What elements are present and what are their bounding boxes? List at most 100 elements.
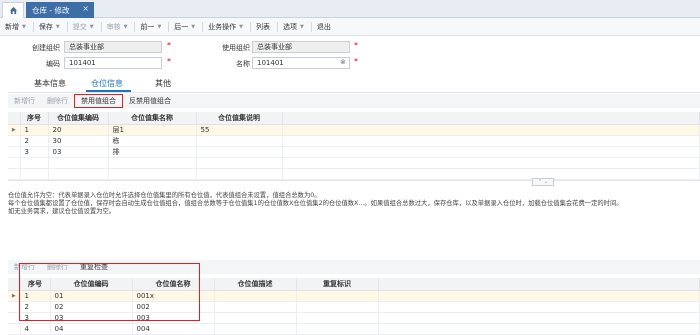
- table-row[interactable]: 4 04 004: [8, 323, 700, 335]
- table-row[interactable]: ▶ 1 20 层1 55: [8, 124, 700, 136]
- use-org-field[interactable]: 总装事业部: [252, 41, 350, 53]
- table-cell-name[interactable]: 004: [132, 323, 215, 335]
- row-indicator-header: [8, 112, 21, 125]
- table-cell-seq[interactable]: 1: [20, 124, 49, 136]
- required-mark: *: [354, 57, 358, 66]
- code-field[interactable]: 101401: [64, 57, 162, 69]
- multilang-icon[interactable]: ⊗: [340, 58, 346, 67]
- toolbar-button[interactable]: 前一 ▼: [135, 18, 168, 36]
- chevron-down-icon[interactable]: ▼: [90, 24, 94, 30]
- table-cell-name[interactable]: 层1: [108, 124, 197, 136]
- location-set-grid-toolbar: 新增行 删除行 禁用值组合 反禁用值组合: [8, 94, 700, 108]
- tab-basic-info[interactable]: 基本信息: [34, 78, 66, 89]
- toolbar-button[interactable]: 审核 ▼: [102, 18, 135, 36]
- table-cell-seq[interactable]: 4: [20, 323, 51, 335]
- chevron-down-icon[interactable]: ▼: [191, 24, 195, 30]
- toolbar-button[interactable]: 保存 ▼: [34, 18, 67, 36]
- column-header: 仓位值集编码: [48, 112, 109, 125]
- enable-value-combination-button[interactable]: 反禁用值组合: [123, 94, 177, 108]
- table-cell-name[interactable]: 排: [108, 146, 197, 158]
- column-header-filler: [282, 112, 700, 125]
- name-field[interactable]: 101401 ⊗: [252, 57, 350, 69]
- tab-location-info[interactable]: 仓位信息: [91, 78, 123, 89]
- toolbar-button-label: 审核: [106, 22, 121, 31]
- table-cell-desc[interactable]: 55: [196, 124, 283, 136]
- chevron-down-icon[interactable]: ▼: [22, 24, 26, 30]
- table-cell-filler[interactable]: [282, 146, 700, 158]
- table-cell-desc[interactable]: [214, 290, 297, 302]
- name-field-value: 101401: [257, 59, 284, 67]
- chevron-down-icon[interactable]: ▼: [56, 24, 60, 30]
- chevron-down-icon[interactable]: ▼: [300, 24, 304, 30]
- toolbar-button[interactable]: 列表: [251, 18, 277, 36]
- code-label: 编码: [46, 60, 60, 68]
- toolbar-button-label: 前一: [140, 22, 155, 31]
- empty-cell: [20, 168, 49, 180]
- toolbar-button[interactable]: 提交 ▼: [68, 18, 101, 36]
- create-org-label: 创建组织: [32, 44, 60, 52]
- tab-other[interactable]: 其他: [155, 78, 171, 89]
- table-cell-seq[interactable]: 2: [20, 135, 49, 147]
- disable-value-combination-button[interactable]: 禁用值组合: [74, 94, 123, 108]
- home-icon: [9, 6, 17, 15]
- table-row[interactable]: 3 03 排: [8, 146, 700, 158]
- table-cell-filler[interactable]: [378, 301, 700, 313]
- empty-cell: [196, 157, 283, 169]
- table-cell-desc[interactable]: [196, 135, 283, 147]
- table-cell-name[interactable]: 栋: [108, 135, 197, 147]
- toolbar-button-label: 退出: [316, 22, 331, 31]
- table-cell-filler[interactable]: [378, 323, 700, 335]
- table-cell-desc[interactable]: [196, 146, 283, 158]
- use-org-label: 使用组织: [222, 44, 250, 52]
- active-document-tab[interactable]: 仓库 - 修改 ×: [26, 2, 94, 18]
- description-line: 如无业务需求，建议仓位值设置为空。: [8, 208, 116, 215]
- table-cell-dup-flag[interactable]: [296, 290, 379, 302]
- description-line: 每个仓位值集都设置了仓位值，保存时会自动生成仓位值组合，值组合总数等于仓位值集1…: [8, 200, 623, 207]
- table-cell-filler[interactable]: [282, 124, 700, 136]
- active-document-tab-label: 仓库 - 修改: [32, 5, 70, 15]
- empty-cell: [108, 168, 197, 180]
- toolbar-button[interactable]: 退出: [312, 18, 338, 36]
- main-toolbar: 新增 ▼ 保存 ▼ 提交 ▼ 审核 ▼ 前一 ▼ 后一 ▼ 业务操作 ▼ 列表 选项 ▼ 退出: [0, 18, 700, 36]
- table-cell-desc[interactable]: [214, 312, 297, 324]
- column-header-filler: [378, 278, 700, 291]
- table-cell-dup-flag[interactable]: [296, 312, 379, 324]
- table-cell-dup-flag[interactable]: [296, 301, 379, 313]
- table-cell-desc[interactable]: [214, 323, 297, 335]
- collapse-toggle-icon[interactable]: ⌃ ⌄: [532, 178, 554, 186]
- table-cell-desc[interactable]: [214, 301, 297, 313]
- row-indicator-icon[interactable]: [8, 135, 21, 147]
- toolbar-button[interactable]: 选项 ▼: [278, 18, 311, 36]
- name-label: 名称: [236, 60, 250, 68]
- table-cell-seq[interactable]: 3: [20, 146, 49, 158]
- toolbar-button[interactable]: 后一 ▼: [169, 18, 202, 36]
- table-cell-filler[interactable]: [282, 135, 700, 147]
- chevron-down-icon[interactable]: ▼: [157, 24, 161, 30]
- table-cell-filler[interactable]: [378, 312, 700, 324]
- row-indicator-icon[interactable]: ▶: [8, 124, 21, 136]
- document-tab-bar: [0, 0, 700, 18]
- table-cell-dup-flag[interactable]: [296, 323, 379, 335]
- required-mark: *: [354, 41, 358, 50]
- table-cell-code[interactable]: 30: [48, 135, 109, 147]
- create-org-field[interactable]: 总装事业部: [64, 41, 162, 53]
- delete-row-button[interactable]: 删除行: [41, 94, 74, 108]
- table-cell-code[interactable]: 04: [50, 323, 133, 335]
- add-row-button[interactable]: 新增行: [8, 94, 41, 108]
- toolbar-button[interactable]: 新增 ▼: [0, 18, 33, 36]
- toolbar-button-label: 列表: [256, 22, 271, 31]
- description-text: 仓位值允许为空：代表单据录入仓位时允许选择仓位值集里的所有仓位值，代表值组合未设…: [8, 192, 698, 216]
- chevron-down-icon[interactable]: ▼: [124, 24, 128, 30]
- table-row[interactable]: 2 30 栋: [8, 135, 700, 147]
- row-indicator-icon[interactable]: [8, 146, 21, 158]
- toolbar-button[interactable]: 业务操作 ▼: [203, 18, 250, 36]
- table-cell-code[interactable]: 03: [48, 146, 109, 158]
- chevron-down-icon[interactable]: ▼: [239, 24, 243, 30]
- home-tab[interactable]: [2, 2, 24, 18]
- location-set-grid: 序号 仓位值集编码 仓位值集名称 仓位值集说明 ▶ 1 20 层1 55 2 30 栋 3 03 排: [8, 112, 700, 180]
- row-indicator-icon[interactable]: [8, 323, 21, 335]
- table-cell-filler[interactable]: [378, 290, 700, 302]
- table-cell-code[interactable]: 20: [48, 124, 109, 136]
- section-divider: [8, 180, 700, 181]
- close-icon[interactable]: ×: [82, 4, 89, 13]
